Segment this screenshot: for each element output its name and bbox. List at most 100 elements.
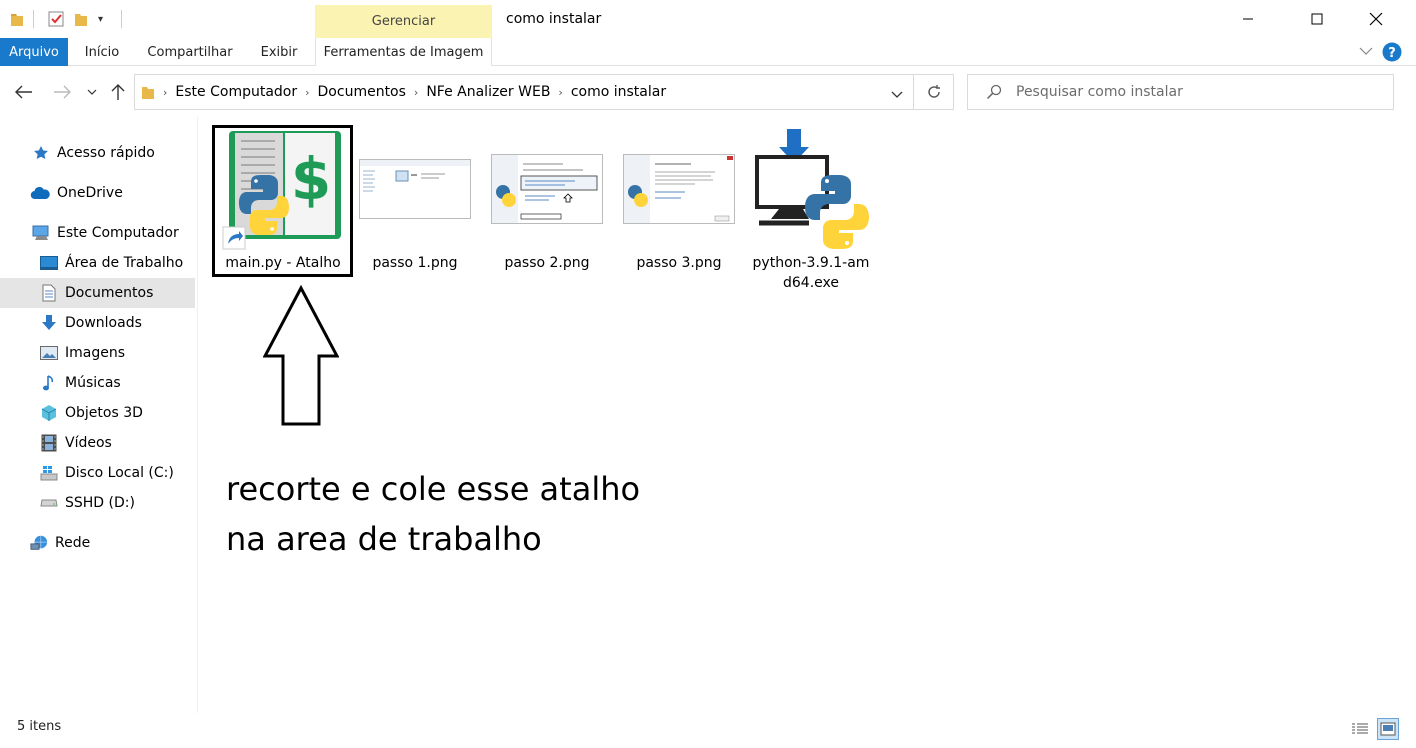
sidebar-item-area-de-trabalho[interactable]: Área de Trabalho [0, 248, 195, 278]
sidebar-item-label: Documentos [65, 285, 154, 301]
python-installer-icon [749, 127, 873, 251]
customize-toolbar-icon[interactable]: ▾ [98, 9, 103, 29]
sidebar-item-downloads[interactable]: Downloads [0, 308, 195, 338]
film-icon [40, 434, 58, 452]
computer-icon [32, 224, 50, 242]
sidebar-item-documentos[interactable]: Documentos [0, 278, 195, 308]
installer-screenshot-thumbnail [485, 127, 609, 251]
sidebar-item-label: Objetos 3D [65, 405, 143, 421]
sidebar-item-label: Músicas [65, 375, 121, 391]
sidebar-item-objetos-3d[interactable]: Objetos 3D [0, 398, 195, 428]
file-name: passo 3.png [636, 255, 722, 271]
breadcrumb-este-computador[interactable]: Este Computador [175, 84, 297, 100]
recent-locations-button[interactable] [84, 79, 100, 105]
navigation-bar: › Este Computador › Documentos › NFe Ana… [0, 67, 1416, 117]
search-icon [986, 84, 1002, 100]
screenshot-thumbnail [353, 127, 477, 251]
up-button[interactable] [107, 79, 129, 105]
file-name: passo 2.png [504, 255, 590, 271]
back-button[interactable] [12, 79, 36, 105]
sidebar-item-label: Acesso rápido [57, 145, 155, 161]
properties-icon[interactable] [47, 9, 65, 29]
image-icon [40, 344, 58, 362]
large-icons-view-icon[interactable] [1377, 718, 1399, 740]
desktop-icon [40, 254, 58, 272]
refresh-button[interactable] [914, 74, 954, 110]
ribbon-tabs: Arquivo Início Compartilhar Exibir Ferra… [0, 38, 1416, 66]
chevron-right-icon[interactable]: › [163, 86, 167, 99]
music-icon [40, 374, 58, 392]
file-item-passo-2[interactable]: passo 2.png [481, 127, 613, 273]
document-icon [40, 284, 58, 302]
new-folder-icon[interactable] [74, 9, 88, 29]
chevron-right-icon[interactable]: › [558, 86, 562, 99]
sidebar-item-disco-local-c[interactable]: Disco Local (C:) [0, 458, 195, 488]
tab-inicio[interactable]: Início [76, 38, 128, 66]
file-item-main-py-atalho[interactable]: $ main.py - Atalho [217, 127, 349, 273]
toolbar-divider [121, 10, 122, 28]
file-name: main.py - Atalho [225, 255, 341, 271]
tab-exibir[interactable]: Exibir [252, 38, 306, 66]
sidebar-item-imagens[interactable]: Imagens [0, 338, 195, 368]
sidebar-item-label: Imagens [65, 345, 126, 361]
annotation-line-1: recorte e cole esse atalho [226, 470, 641, 508]
cloud-icon [30, 184, 50, 202]
window-title: como instalar [506, 11, 602, 27]
svg-text:?: ? [1388, 46, 1396, 61]
details-view-icon[interactable] [1349, 718, 1371, 740]
sidebar-item-onedrive[interactable]: OneDrive [0, 178, 195, 208]
breadcrumb-como-instalar[interactable]: como instalar [571, 84, 666, 100]
file-name: passo 1.png [372, 255, 458, 271]
status-bar: 5 itens [0, 713, 1416, 748]
file-name: python-3.9.1-amd64.exe [752, 255, 870, 291]
close-button[interactable] [1353, 0, 1399, 38]
title-bar: ▾ Gerenciar como instalar [0, 0, 1416, 38]
file-list: $ main.py - Atalho passo 1.png passo 2.p… [199, 117, 1416, 713]
forward-button[interactable] [50, 79, 74, 105]
sidebar-item-rede[interactable]: Rede [0, 528, 195, 558]
sidebar-item-acesso-rapido[interactable]: Acesso rápido [0, 138, 195, 168]
tab-ferramentas-de-imagem[interactable]: Ferramentas de Imagem [315, 38, 492, 66]
folder-icon [10, 9, 24, 29]
python-dollar-shortcut-icon: $ [221, 127, 345, 251]
address-history-chevron-down-icon[interactable] [891, 87, 903, 103]
expand-ribbon-icon[interactable] [1358, 45, 1374, 61]
navigation-pane: Acesso rápido OneDrive Este Computador Á… [0, 117, 198, 713]
file-item-passo-1[interactable]: passo 1.png [349, 127, 481, 273]
setup-success-screenshot-thumbnail [617, 127, 741, 251]
download-icon [40, 314, 58, 332]
sidebar-item-videos[interactable]: Vídeos [0, 428, 195, 458]
chevron-right-icon[interactable]: › [305, 86, 309, 99]
address-bar[interactable]: › Este Computador › Documentos › NFe Ana… [134, 74, 914, 110]
chevron-right-icon[interactable]: › [414, 86, 418, 99]
item-count: 5 itens [17, 719, 62, 734]
search-placeholder: Pesquisar como instalar [1016, 84, 1183, 100]
minimize-button[interactable] [1225, 0, 1271, 38]
breadcrumb-nfe-analizer-web[interactable]: NFe Analizer WEB [426, 84, 550, 100]
breadcrumb-documentos[interactable]: Documentos [318, 84, 406, 100]
maximize-button[interactable] [1294, 0, 1340, 38]
file-item-passo-3[interactable]: passo 3.png [613, 127, 745, 273]
tab-arquivo[interactable]: Arquivo [0, 38, 68, 66]
sidebar-item-label: Vídeos [65, 435, 112, 451]
folder-icon [141, 84, 155, 100]
context-group-label: Gerenciar [371, 14, 436, 29]
sidebar-item-label: Rede [55, 535, 91, 551]
network-icon [30, 534, 48, 552]
drive-icon [40, 494, 58, 512]
sidebar-item-sshd-d[interactable]: SSHD (D:) [0, 488, 195, 518]
cube-icon [40, 404, 58, 422]
sidebar-item-musicas[interactable]: Músicas [0, 368, 195, 398]
search-box[interactable]: Pesquisar como instalar [967, 74, 1394, 110]
sidebar-item-label: Disco Local (C:) [65, 465, 174, 481]
sidebar-item-este-computador[interactable]: Este Computador [0, 218, 195, 248]
sidebar-item-label: Área de Trabalho [65, 255, 184, 271]
tab-compartilhar[interactable]: Compartilhar [140, 38, 240, 66]
sidebar-item-label: OneDrive [57, 185, 123, 201]
file-item-python-installer[interactable]: python-3.9.1-amd64.exe [745, 127, 877, 293]
toolbar-divider [33, 10, 34, 28]
sidebar-item-label: SSHD (D:) [65, 495, 135, 511]
up-arrow-annotation [263, 285, 339, 426]
star-icon [32, 144, 50, 162]
help-icon[interactable]: ? [1382, 42, 1402, 66]
